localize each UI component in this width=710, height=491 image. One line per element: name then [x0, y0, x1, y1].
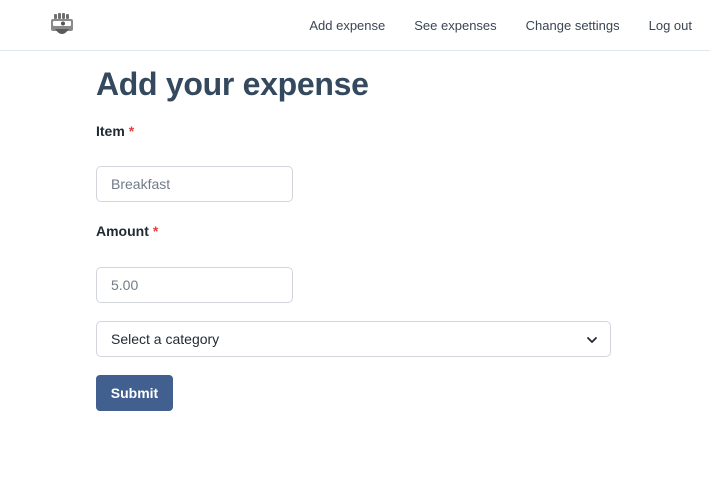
- item-input[interactable]: [96, 166, 293, 202]
- chevron-down-icon: [587, 337, 597, 343]
- top-navbar: Add expense See expenses Change settings…: [0, 0, 710, 51]
- nav-see-expenses-link[interactable]: See expenses: [414, 18, 496, 33]
- nav-add-expense-link[interactable]: Add expense: [309, 18, 385, 33]
- category-select[interactable]: Select a category: [96, 321, 611, 357]
- page-title: Add your expense: [96, 66, 369, 102]
- item-required-marker: *: [128, 123, 135, 139]
- amount-label-text: Amount: [96, 223, 149, 239]
- nav-change-settings-link[interactable]: Change settings: [526, 18, 620, 33]
- nav-links: Add expense See expenses Change settings…: [309, 18, 692, 33]
- category-select-value: Select a category: [111, 331, 220, 347]
- amount-label: Amount *: [96, 223, 158, 239]
- amount-input[interactable]: [96, 267, 293, 303]
- app-logo-icon[interactable]: [48, 11, 76, 37]
- item-label: Item *: [96, 123, 134, 139]
- submit-button[interactable]: Submit: [96, 375, 173, 411]
- amount-required-marker: *: [152, 223, 159, 239]
- nav-log-out-link[interactable]: Log out: [649, 18, 692, 33]
- item-label-text: Item: [96, 123, 125, 139]
